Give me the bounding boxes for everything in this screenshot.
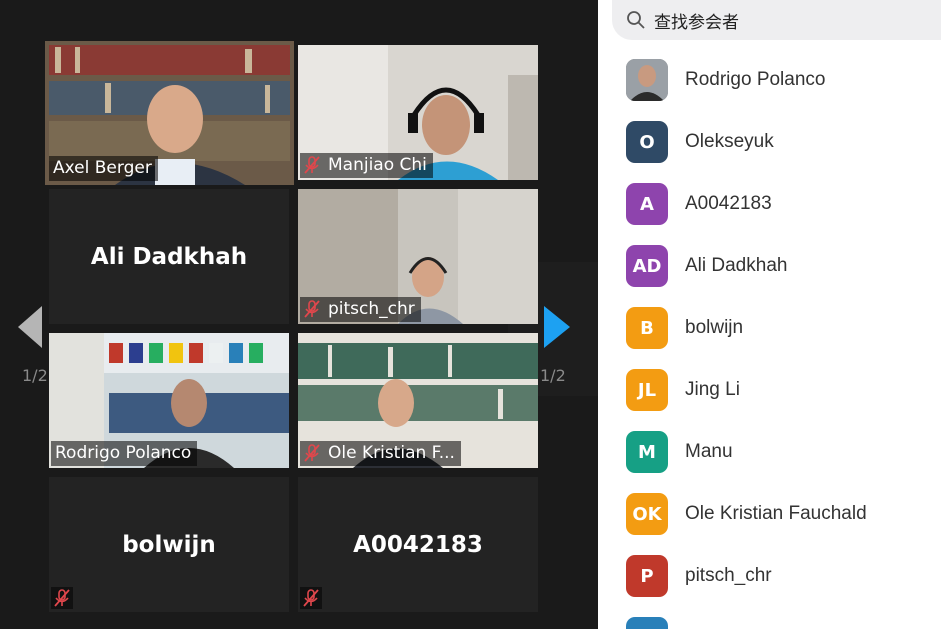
participant-name-tag: Rodrigo Polanco: [51, 441, 198, 466]
participant-name: Rodrigo Polanco: [55, 443, 192, 463]
mic-muted-icon: [304, 444, 320, 462]
participant-big-name: A0042183: [353, 531, 483, 558]
participant-list-name: Ali Dadkhah: [685, 255, 788, 276]
avatar-partial: [626, 617, 668, 629]
participant-name-tag: Ole Kristian F...: [300, 441, 461, 466]
participant-name-tag: Axel Berger: [49, 156, 158, 181]
participant-row[interactable]: OK Ole Kristian Fauchald: [626, 493, 867, 535]
search-input[interactable]: 查找参会者: [654, 8, 739, 33]
video-tile-rodrigo-polanco[interactable]: Rodrigo Polanco: [49, 333, 289, 468]
avatar-initials: JL: [626, 369, 668, 411]
avatar-initials: A: [626, 183, 668, 225]
search-icon: [627, 11, 645, 29]
participant-name: Manjiao Chi: [328, 155, 427, 175]
participant-big-name: bolwijn: [122, 531, 216, 558]
video-tile-axel-berger[interactable]: Axel Berger: [45, 41, 294, 185]
page-indicator-right: 1/2: [540, 366, 566, 385]
participant-list-name: Olekseyuk: [685, 131, 774, 152]
participant-row-partial[interactable]: [626, 617, 668, 629]
participant-big-name: Ali Dadkhah: [90, 243, 248, 270]
participant-name: Axel Berger: [53, 158, 152, 178]
video-tile-ole-kristian[interactable]: Ole Kristian F...: [298, 333, 538, 468]
mic-muted-icon: [303, 589, 319, 607]
avatar-initials: OK: [626, 493, 668, 535]
video-tile-ali-dadkhah[interactable]: Ali Dadkhah: [49, 189, 289, 324]
mic-muted-icon: [54, 589, 70, 607]
participant-row[interactable]: Rodrigo Polanco: [626, 59, 825, 101]
participant-name-tag: Manjiao Chi: [300, 153, 433, 178]
mic-muted-icon: [304, 300, 320, 318]
participant-row[interactable]: JL Jing Li: [626, 369, 740, 411]
avatar-initials: O: [626, 121, 668, 163]
participant-row[interactable]: A A0042183: [626, 183, 772, 225]
mute-indicator: [300, 587, 322, 609]
participant-name: pitsch_chr: [328, 299, 415, 319]
avatar-photo: [626, 59, 668, 101]
video-tile-a0042183[interactable]: A0042183: [298, 477, 538, 612]
participant-list-name: A0042183: [685, 193, 772, 214]
participant-row[interactable]: B bolwijn: [626, 307, 743, 349]
page-indicator-left: 1/2: [22, 366, 48, 385]
participant-list-name: Jing Li: [685, 379, 740, 400]
video-tile-bolwijn[interactable]: bolwijn: [49, 477, 289, 612]
participant-row[interactable]: M Manu: [626, 431, 733, 473]
video-tile-pitsch-chr[interactable]: pitsch_chr: [298, 189, 538, 324]
participant-list-name: bolwijn: [685, 317, 744, 338]
video-tile-manjiao-chi[interactable]: Manjiao Chi: [298, 45, 538, 180]
participant-row[interactable]: AD Ali Dadkhah: [626, 245, 787, 287]
avatar-initials: AD: [626, 245, 668, 287]
participant-list-name: Ole Kristian Fauchald: [685, 503, 867, 524]
avatar-initials: M: [626, 431, 668, 473]
participants-panel: 查找参会者 Rodrigo Polanco O Olekseyuk A A004…: [598, 0, 941, 629]
avatar-initials: P: [626, 555, 668, 597]
next-page-arrow-icon[interactable]: [544, 306, 570, 348]
participant-row[interactable]: O Olekseyuk: [626, 121, 774, 163]
participant-search[interactable]: 查找参会者: [612, 0, 941, 40]
participant-list-name: Manu: [685, 441, 733, 462]
participant-name: Ole Kristian F...: [328, 443, 455, 463]
video-gallery: 1/2 1/2 Axel Berger Manjiao Chi Ali Dadk…: [0, 0, 598, 629]
participant-name-tag: pitsch_chr: [300, 297, 421, 322]
avatar-initials: B: [626, 307, 668, 349]
avatar-photo-image: [626, 59, 668, 101]
participant-list-name: Rodrigo Polanco: [685, 69, 826, 90]
participant-row[interactable]: P pitsch_chr: [626, 555, 772, 597]
mute-indicator: [51, 587, 73, 609]
prev-page-arrow-icon[interactable]: [18, 306, 44, 348]
mic-muted-icon: [304, 156, 320, 174]
participant-list-name: pitsch_chr: [685, 565, 772, 586]
